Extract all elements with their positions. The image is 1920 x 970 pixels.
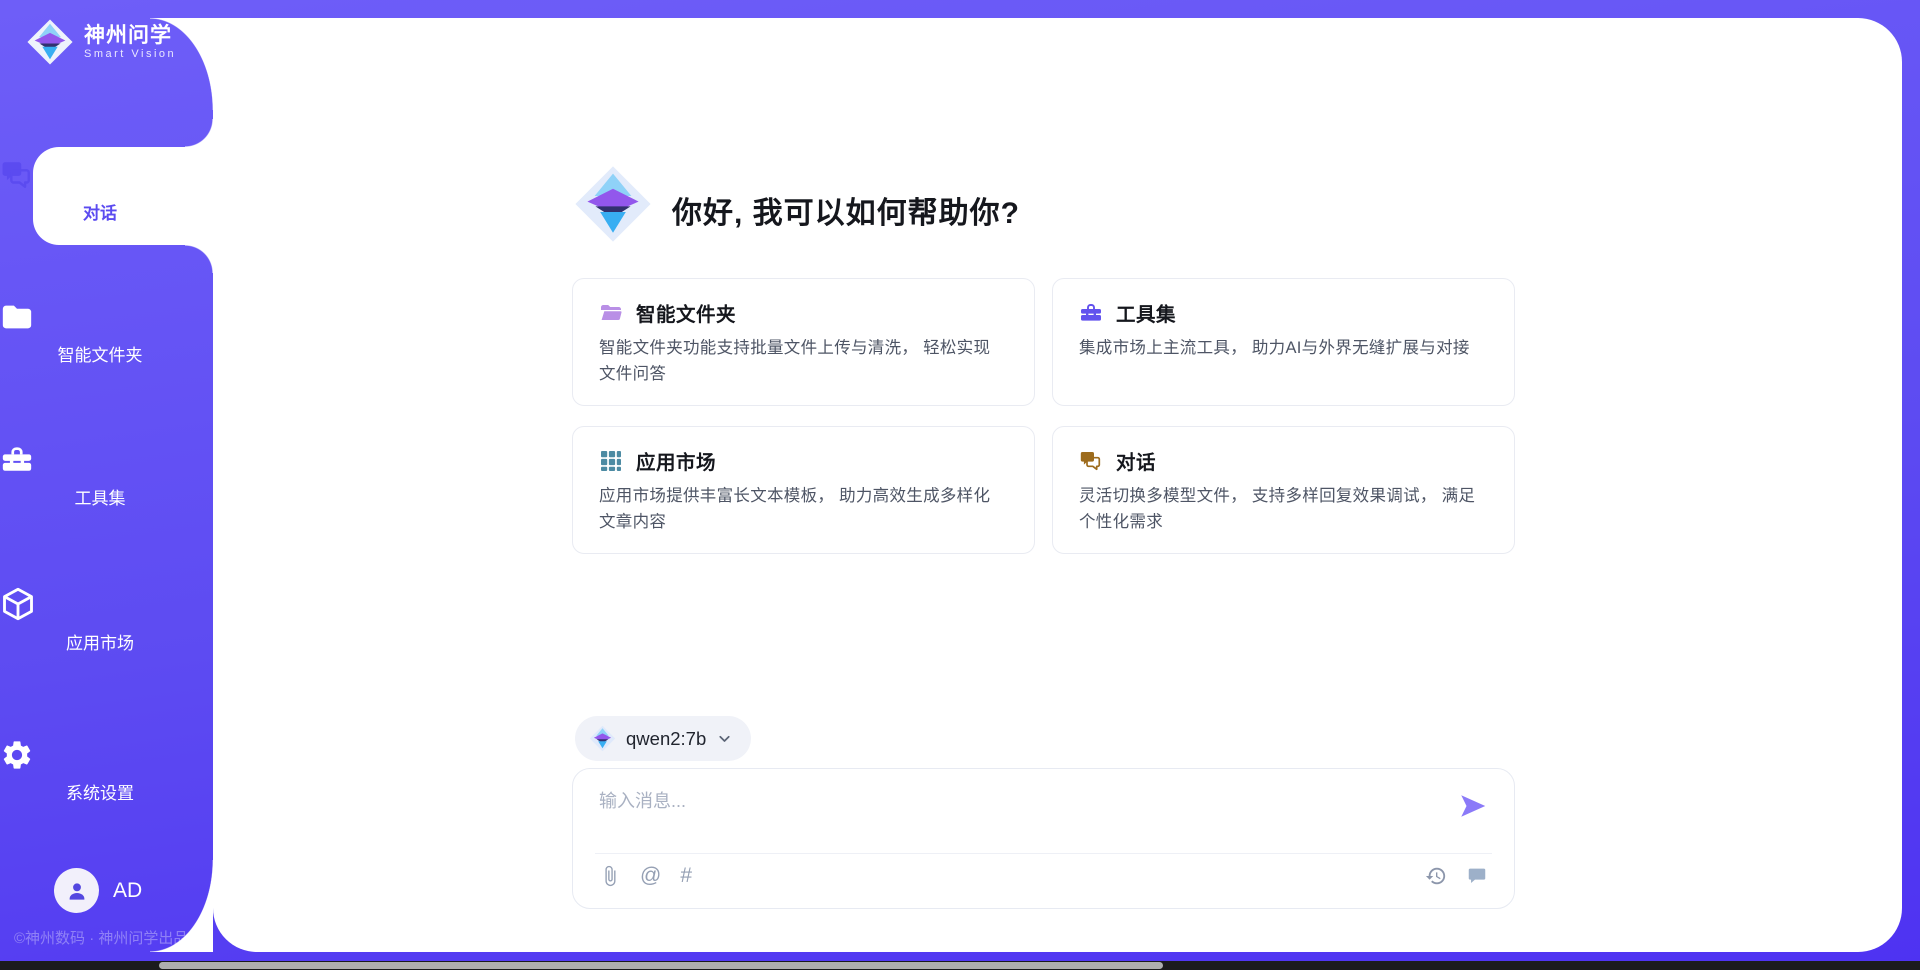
app-root: 神州问学 Smart Vision 对话 智能文件夹 [0,0,1920,970]
folder-open-icon [599,301,623,325]
sidebar-item-label: 系统设置 [0,779,200,804]
sidebar-item-label: 工具集 [0,484,200,509]
sidebar-item-toolset[interactable]: 工具集 [0,443,200,509]
greeting-title: 你好, 我可以如何帮助你? [672,188,1020,232]
card-description: 灵活切换多模型文件， 支持多样回复效果调试， 满足个性化需求 [1079,484,1477,536]
send-icon[interactable] [1458,791,1488,821]
card-description: 集成市场上主流工具， 助力AI与外界无缝扩展与对接 [1079,336,1477,362]
sidebar-item-smart-folder[interactable]: 智能文件夹 [0,300,200,366]
sidebar-item-label: 智能文件夹 [0,341,200,366]
user-initials: AD [113,879,142,903]
folder-icon [0,300,200,334]
cube-icon [0,586,200,622]
model-selector[interactable]: qwen2:7b [575,716,751,761]
feature-cards: 智能文件夹 智能文件夹功能支持批量文件上传与清洗， 轻松实现文件问答 工具集 集… [572,278,1515,554]
bottom-scrollbar-track [0,961,1920,970]
message-composer: @ # [572,768,1515,909]
mention-icon[interactable]: @ [640,865,661,887]
copyright-footer: ©神州数码 · 神州问学出品 [14,927,224,948]
message-input[interactable] [599,787,1439,845]
brand-logo: 神州问学 Smart Vision [26,18,176,66]
card-description: 智能文件夹功能支持批量文件上传与清洗， 轻松实现文件问答 [599,336,997,388]
sidebar-item-chat[interactable]: 对话 [0,158,200,224]
card-smart-folder[interactable]: 智能文件夹 智能文件夹功能支持批量文件上传与清洗， 轻松实现文件问答 [572,278,1035,406]
hashtag-icon[interactable]: # [680,865,692,887]
card-title: 工具集 [1116,298,1176,327]
chat-icon [0,158,200,192]
model-name: qwen2:7b [626,728,706,750]
toolbox-icon [1079,301,1103,325]
chat-icon [1079,449,1103,473]
brand-name: 神州问学 [84,24,176,48]
toolbox-icon [0,443,200,477]
card-title: 对话 [1116,446,1156,475]
card-title: 应用市场 [636,446,716,475]
composer-divider [595,853,1492,854]
card-app-market[interactable]: 应用市场 应用市场提供丰富长文本模板， 助力高效生成多样化文章内容 [572,426,1035,554]
sidebar-item-settings[interactable]: 系统设置 [0,738,200,804]
horizontal-scrollbar-thumb[interactable] [159,962,1163,969]
greeting-diamond-icon [573,164,653,244]
avatar [54,868,99,913]
sidebar-item-label: 应用市场 [0,629,200,654]
brand-diamond-icon [26,18,74,66]
card-toolset[interactable]: 工具集 集成市场上主流工具， 助力AI与外界无缝扩展与对接 [1052,278,1515,406]
card-description: 应用市场提供丰富长文本模板， 助力高效生成多样化文章内容 [599,484,997,536]
brand-subtitle: Smart Vision [84,48,176,60]
chevron-down-icon [716,730,733,747]
sidebar-item-label: 对话 [0,199,200,224]
feedback-icon[interactable] [1466,865,1488,887]
attachment-icon[interactable] [599,865,621,887]
history-icon[interactable] [1425,865,1447,887]
user-account[interactable]: AD [54,868,142,913]
sidebar-item-app-market[interactable]: 应用市场 [0,586,200,654]
app-grid-icon [599,449,623,473]
brand-diamond-icon [589,725,616,752]
card-title: 智能文件夹 [636,298,736,327]
person-icon [64,878,90,904]
gear-icon [0,738,200,772]
card-chat[interactable]: 对话 灵活切换多模型文件， 支持多样回复效果调试， 满足个性化需求 [1052,426,1515,554]
